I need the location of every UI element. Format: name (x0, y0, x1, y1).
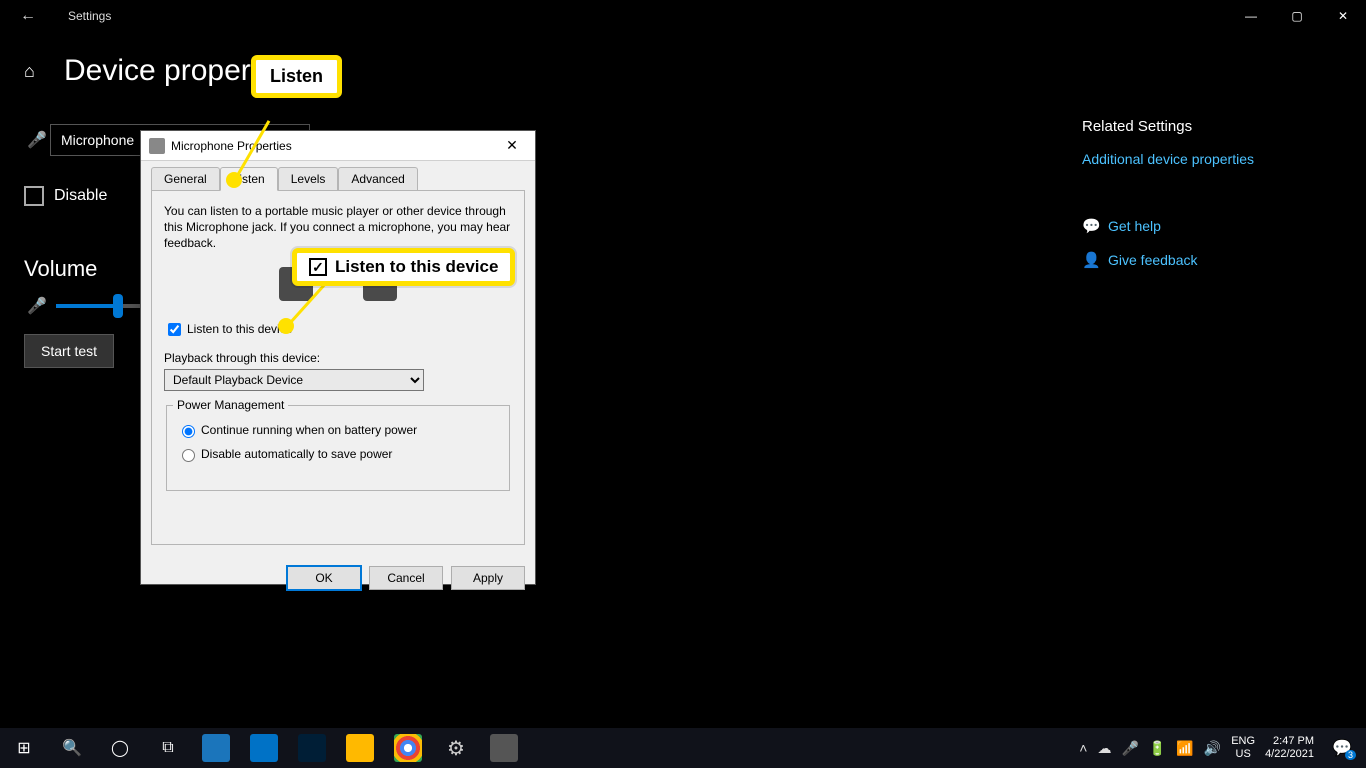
taskbar-app-mail[interactable] (240, 728, 288, 768)
dialog-close-button[interactable]: ✕ (497, 137, 527, 154)
taskbar-app-chrome[interactable] (384, 728, 432, 768)
back-icon[interactable]: ← (16, 7, 40, 25)
volume-slider-thumb[interactable] (113, 294, 123, 318)
ok-button[interactable]: OK (287, 566, 361, 590)
taskbar-app-unknown[interactable] (480, 728, 528, 768)
tray-language[interactable]: ENGUS (1231, 735, 1255, 760)
listen-description: You can listen to a portable music playe… (164, 203, 512, 252)
apply-button[interactable]: Apply (451, 566, 525, 590)
dialog-icon (149, 138, 165, 154)
task-view-button[interactable]: ⧉ (144, 728, 192, 768)
settings-app-title: Settings (68, 9, 1228, 23)
cortana-button[interactable]: ◯ (96, 728, 144, 768)
disable-label: Disable (54, 187, 107, 205)
tab-levels[interactable]: Levels (278, 167, 339, 191)
listen-to-this-device-input[interactable] (168, 323, 181, 336)
taskbar-app-photoshop[interactable] (288, 728, 336, 768)
dialog-button-row: OK Cancel Apply (141, 556, 535, 600)
tab-listen-panel: You can listen to a portable music playe… (151, 190, 525, 545)
feedback-icon: 👤 (1082, 251, 1108, 269)
related-settings-heading: Related Settings (1082, 118, 1342, 135)
tray-microphone-icon[interactable]: 🎤 (1121, 740, 1138, 757)
power-management-legend: Power Management (173, 398, 288, 412)
microphone-icon: 🎤 (24, 130, 50, 150)
listen-to-this-device-checkbox[interactable]: Listen to this device (164, 320, 512, 339)
tray-onedrive-icon[interactable]: ☁ (1097, 740, 1111, 757)
annotation-listen-to-device-label: Listen to this device (335, 257, 498, 277)
tray-action-center[interactable]: 💬3 (1324, 728, 1360, 768)
annotation-listen-to-device-box: ✓ Listen to this device (292, 248, 515, 286)
taskbar-app-explorer[interactable] (336, 728, 384, 768)
give-feedback-link[interactable]: Give feedback (1108, 252, 1198, 268)
volume-slider-fill (56, 304, 118, 308)
cancel-button[interactable]: Cancel (369, 566, 443, 590)
power-management-group: Power Management Continue running when o… (166, 405, 510, 491)
tray-battery-icon[interactable]: 🔋 (1149, 740, 1166, 757)
taskbar-search-button[interactable]: 🔍 (48, 728, 96, 768)
taskbar-app-settings[interactable]: ⚙ (432, 728, 480, 768)
tray-clock[interactable]: 2:47 PM4/22/2021 (1265, 735, 1314, 760)
maximize-button[interactable]: ▢ (1274, 0, 1320, 32)
start-test-button[interactable]: Start test (24, 334, 114, 368)
get-help-link[interactable]: Get help (1108, 218, 1161, 234)
annotation-dot-listen-checkbox (278, 318, 294, 334)
dialog-tabs: General Listen Levels Advanced (141, 161, 535, 191)
tray-overflow-icon[interactable]: ˄ (1079, 740, 1087, 756)
additional-device-properties-link[interactable]: Additional device properties (1082, 151, 1342, 167)
disable-checkbox[interactable] (24, 186, 44, 206)
home-icon[interactable]: ⌂ (24, 61, 44, 82)
annotation-listen-to-device: ✓ Listen to this device (292, 248, 515, 286)
settings-header: ⌂ Device properties (0, 32, 1366, 98)
dialog-titlebar[interactable]: Microphone Properties ✕ (141, 131, 535, 161)
microphone-icon: 🎤 (24, 296, 50, 316)
start-button[interactable]: ⊞ (0, 728, 48, 768)
tab-advanced[interactable]: Advanced (338, 167, 417, 191)
taskbar-app-edge[interactable] (192, 728, 240, 768)
annotation-listen-tab: Listen (251, 55, 342, 98)
playback-through-label: Playback through this device: (164, 351, 512, 365)
tray-volume-icon[interactable]: 🔊 (1204, 740, 1221, 757)
dialog-title: Microphone Properties (171, 139, 292, 153)
close-button[interactable]: ✕ (1320, 0, 1366, 32)
taskbar: ⊞ 🔍 ◯ ⧉ ⚙ ˄ ☁ 🎤 🔋 📶 🔊 ENGUS 2:47 PM4/22/… (0, 728, 1366, 768)
playback-device-select[interactable]: Default Playback Device (164, 369, 424, 391)
tray-wifi-icon[interactable]: 📶 (1176, 740, 1193, 757)
settings-side-column: Related Settings Additional device prope… (1082, 118, 1342, 368)
settings-titlebar: ← Settings — ▢ ✕ (0, 0, 1366, 32)
microphone-properties-dialog: Microphone Properties ✕ General Listen L… (140, 130, 536, 585)
power-disable-radio[interactable]: Disable automatically to save power (177, 446, 499, 462)
power-continue-radio[interactable]: Continue running when on battery power (177, 422, 499, 438)
tab-general[interactable]: General (151, 167, 220, 191)
listen-to-this-device-label: Listen to this device (187, 322, 292, 336)
annotation-listen-tab-label: Listen (251, 55, 342, 98)
minimize-button[interactable]: — (1228, 0, 1274, 32)
annotation-check-icon: ✓ (309, 258, 327, 276)
annotation-dot-listen-tab (226, 172, 242, 188)
chat-icon: 💬 (1082, 217, 1108, 235)
